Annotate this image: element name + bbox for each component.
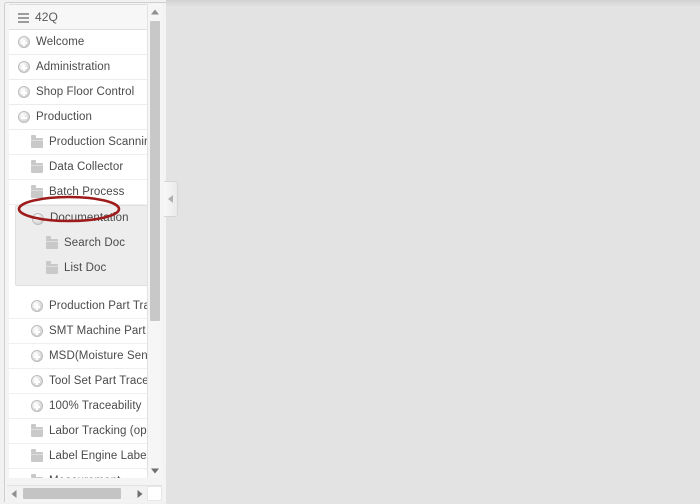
sidebar-item-label: Documentation bbox=[50, 212, 129, 224]
folder-icon bbox=[46, 261, 58, 274]
triangle-right-icon bbox=[137, 489, 143, 498]
scroll-up-button[interactable] bbox=[148, 4, 162, 19]
plus-circle-icon[interactable] bbox=[31, 350, 43, 362]
triangle-up-icon bbox=[151, 9, 159, 14]
sidebar-item-production[interactable]: Production bbox=[9, 105, 150, 130]
sidebar-item-shop-floor-control[interactable]: Shop Floor Control bbox=[9, 80, 150, 105]
sidebar-item-label: Measurement bbox=[49, 469, 120, 479]
folder-icon bbox=[31, 184, 43, 198]
folder-icon bbox=[31, 473, 43, 478]
sidebar-item-label: Batch Process bbox=[49, 185, 125, 198]
documentation-group: Documentation Search Doc List Doc bbox=[15, 205, 150, 286]
sidebar-item-label: Labor Tracking (operatio bbox=[49, 424, 150, 437]
folder-icon bbox=[31, 134, 43, 148]
sidebar-item-smt-machine-part-traceability[interactable]: SMT Machine Part Trace bbox=[9, 319, 150, 344]
list-icon bbox=[18, 11, 29, 23]
folder-icon bbox=[31, 423, 43, 437]
sidebar-item-welcome[interactable]: Welcome bbox=[9, 30, 150, 55]
sidebar-item-label: Shop Floor Control bbox=[36, 85, 135, 98]
sidebar-item-documentation[interactable]: Documentation bbox=[16, 206, 149, 231]
navigation-panel: 42Q Welcome Administration Shop Floor Co… bbox=[0, 0, 166, 504]
sidebar-item-production-part-traceability[interactable]: Production Part Traceabi bbox=[9, 294, 150, 319]
scroll-down-button[interactable] bbox=[148, 463, 162, 478]
minus-circle-icon[interactable] bbox=[32, 212, 44, 225]
scroll-left-button[interactable] bbox=[7, 486, 21, 501]
triangle-left-icon bbox=[11, 489, 17, 498]
plus-circle-icon[interactable] bbox=[18, 36, 30, 48]
sidebar-item-label: 100% Traceability bbox=[49, 399, 142, 412]
sidebar-item-measurement[interactable]: Measurement bbox=[9, 469, 150, 478]
sidebar-item-labor-tracking[interactable]: Labor Tracking (operatio bbox=[9, 419, 150, 444]
folder-icon bbox=[31, 159, 43, 173]
sidebar-item-label: Data Collector bbox=[49, 160, 124, 173]
sidebar-item-list-doc[interactable]: List Doc bbox=[16, 256, 149, 281]
plus-circle-icon[interactable] bbox=[31, 300, 43, 312]
sidebar-item-label: Production bbox=[36, 110, 92, 123]
navigation-scroll-viewport[interactable]: 42Q Welcome Administration Shop Floor Co… bbox=[9, 4, 150, 478]
sidebar-item-tool-set-part-traceability[interactable]: Tool Set Part Traceabili bbox=[9, 369, 150, 394]
vertical-scroll-thumb[interactable] bbox=[150, 21, 160, 321]
panel-collapse-handle[interactable] bbox=[164, 181, 178, 217]
sidebar-item-msd[interactable]: MSD(Moisture Sensitive bbox=[9, 344, 150, 369]
content-top-gradient bbox=[166, 0, 700, 7]
sidebar-item-batch-process[interactable]: Batch Process bbox=[9, 180, 150, 205]
sidebar-item-label: Welcome bbox=[36, 35, 85, 48]
sidebar-item-production-scanning[interactable]: Production Scanning bbox=[9, 130, 150, 155]
sidebar-item-label: Production Part Traceabi bbox=[49, 299, 150, 312]
chevron-left-icon bbox=[168, 195, 173, 203]
sidebar-item-label: List Doc bbox=[64, 262, 107, 274]
app-window: 42Q Welcome Administration Shop Floor Co… bbox=[0, 0, 700, 504]
nav-header-42q[interactable]: 42Q bbox=[9, 5, 150, 30]
sidebar-item-administration[interactable]: Administration bbox=[9, 55, 150, 80]
sidebar-item-label: Search Doc bbox=[64, 237, 126, 249]
triangle-down-icon bbox=[151, 468, 159, 473]
folder-icon bbox=[46, 236, 58, 249]
plus-circle-icon[interactable] bbox=[31, 325, 43, 337]
sidebar-item-100-percent-traceability[interactable]: 100% Traceability bbox=[9, 394, 150, 419]
sidebar-item-label: Tool Set Part Traceabili bbox=[49, 374, 150, 387]
sidebar-item-search-doc[interactable]: Search Doc bbox=[16, 231, 149, 256]
navigation-horizontal-scrollbar[interactable] bbox=[7, 485, 162, 501]
plus-circle-icon[interactable] bbox=[31, 375, 43, 387]
plus-circle-icon[interactable] bbox=[18, 86, 30, 98]
plus-circle-icon[interactable] bbox=[31, 400, 43, 412]
minus-circle-icon[interactable] bbox=[18, 111, 30, 123]
sidebar-item-label: Production Scanning bbox=[49, 135, 150, 148]
scrollbar-corner bbox=[147, 486, 162, 501]
sidebar-item-label-engine-labels[interactable]: Label Engine Labels bbox=[9, 444, 150, 469]
horizontal-scroll-thumb[interactable] bbox=[23, 488, 121, 499]
sidebar-item-label: MSD(Moisture Sensitive bbox=[49, 349, 150, 362]
navigation-tree: 42Q Welcome Administration Shop Floor Co… bbox=[9, 5, 150, 478]
folder-icon bbox=[31, 448, 43, 462]
sidebar-item-data-collector[interactable]: Data Collector bbox=[9, 155, 150, 180]
sidebar-item-label: Label Engine Labels bbox=[49, 449, 150, 462]
sidebar-item-label: Administration bbox=[36, 60, 111, 73]
plus-circle-icon[interactable] bbox=[18, 61, 30, 73]
navigation-vertical-scrollbar[interactable] bbox=[147, 4, 162, 478]
nav-header-label: 42Q bbox=[35, 9, 58, 24]
scroll-right-button[interactable] bbox=[133, 486, 147, 501]
main-content-area bbox=[166, 0, 700, 504]
sidebar-item-label: SMT Machine Part Trace bbox=[49, 324, 150, 337]
